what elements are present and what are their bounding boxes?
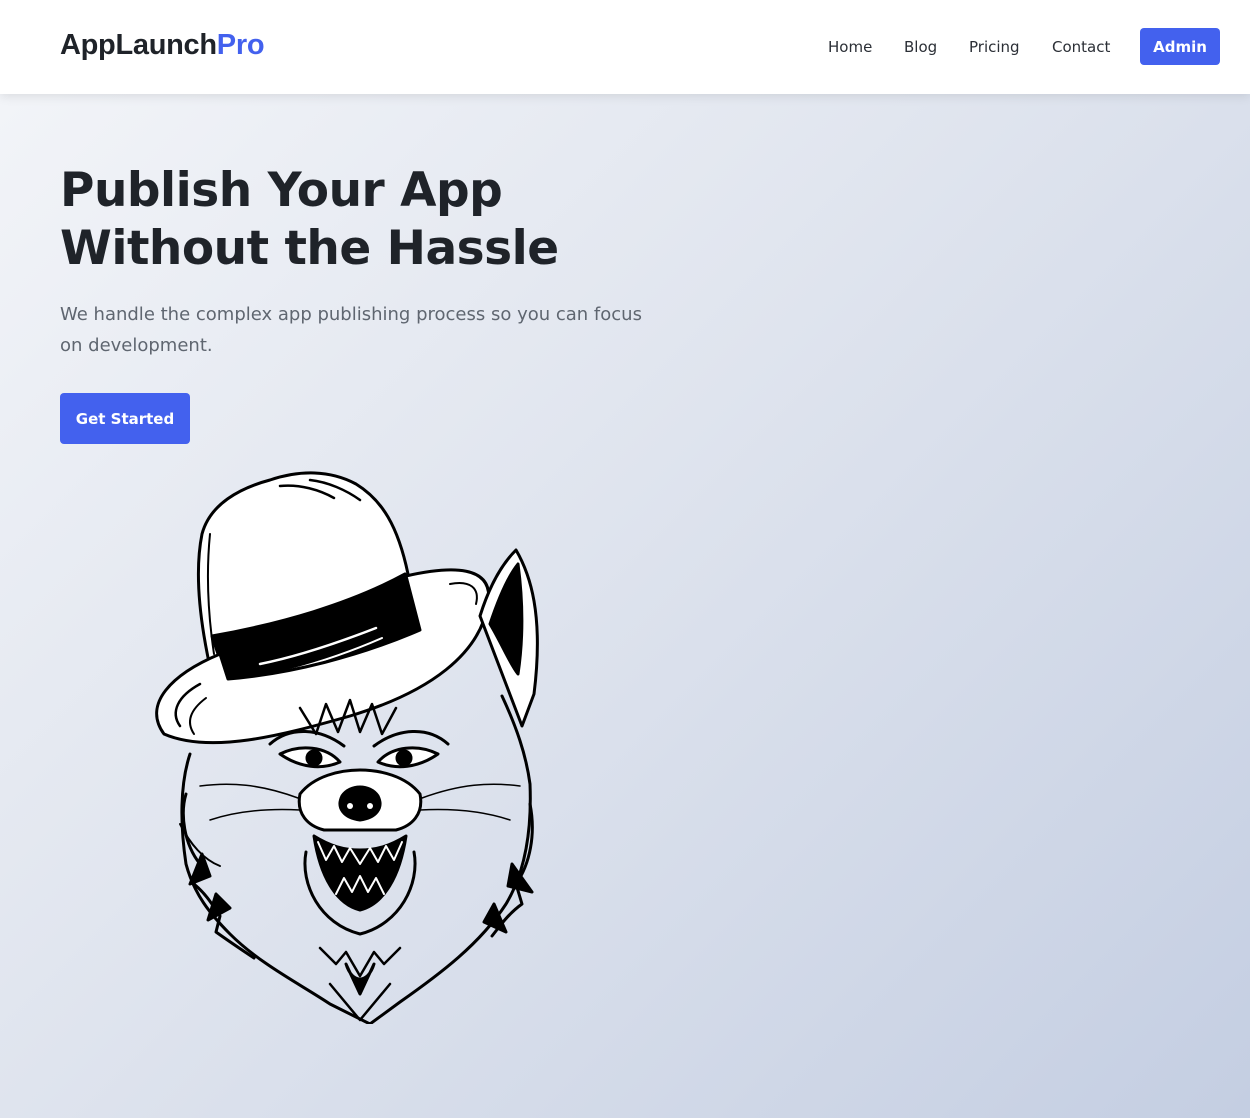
hero-title: Publish Your App Without the Hassle — [60, 163, 559, 276]
admin-button[interactable]: Admin — [1140, 28, 1220, 65]
brand-logo[interactable]: AppLaunchPro — [60, 29, 265, 62]
nav-link-contact[interactable]: Contact — [1052, 38, 1110, 56]
navbar: AppLaunchPro Home Blog Pricing Contact A… — [0, 0, 1250, 94]
hero-section: Publish Your App Without the Hassle We h… — [0, 94, 1250, 1118]
nav-link-blog[interactable]: Blog — [904, 38, 937, 56]
get-started-button[interactable]: Get Started — [60, 393, 190, 444]
nav-link-home[interactable]: Home — [828, 38, 872, 56]
nav-link-pricing[interactable]: Pricing — [969, 38, 1020, 56]
hero-subtitle: We handle the complex app publishing pro… — [60, 304, 642, 356]
wolf-in-fedora-illustration — [155, 471, 539, 1024]
brand-name: AppLaunch — [60, 29, 217, 61]
brand-name-accent: Pro — [216, 29, 265, 61]
